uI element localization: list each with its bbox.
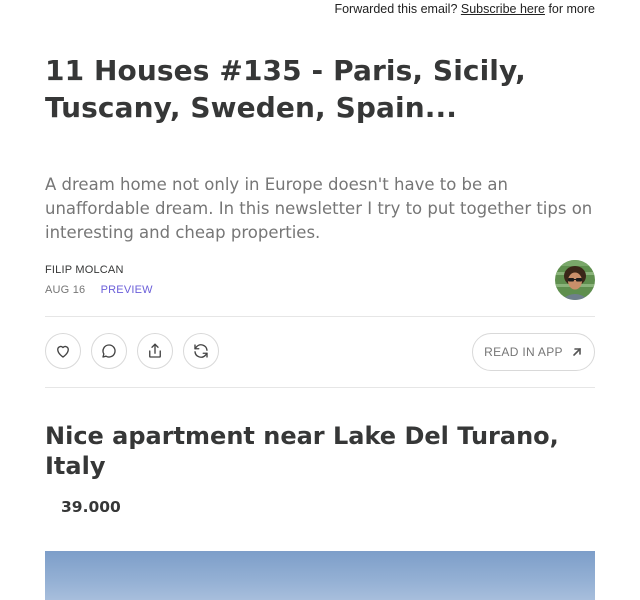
property-photo xyxy=(45,551,595,600)
comment-button[interactable] xyxy=(91,333,127,369)
forward-prefix: Forwarded this email? xyxy=(334,2,458,16)
section-heading: Nice apartment near Lake Del Turano, Ita… xyxy=(45,422,559,480)
author-avatar-image xyxy=(555,260,595,300)
read-in-app-button[interactable]: READ IN APP xyxy=(472,333,595,371)
arrow-up-right-icon xyxy=(573,348,581,356)
forward-bar: Forwarded this email? Subscribe here for… xyxy=(334,2,595,16)
share-button[interactable] xyxy=(137,333,173,369)
subscribe-link[interactable]: Subscribe here xyxy=(461,2,545,16)
author-name[interactable]: FILIP MOLCAN xyxy=(45,264,124,276)
avatar[interactable] xyxy=(555,260,595,300)
preview-label: PREVIEW xyxy=(100,284,153,296)
restack-button[interactable] xyxy=(183,333,219,369)
divider-bottom xyxy=(45,387,595,388)
divider-top xyxy=(45,316,595,317)
like-button[interactable] xyxy=(45,333,81,369)
read-in-app-label: READ IN APP xyxy=(484,345,563,359)
post-title: 11 Houses #135 - Paris, Sicily, Tuscany,… xyxy=(45,54,526,124)
post-meta: AUG 16 PREVIEW xyxy=(45,284,153,296)
comment-icon xyxy=(102,344,116,358)
share-icon xyxy=(149,343,161,358)
property-price: 39.000 xyxy=(61,498,121,516)
heart-icon xyxy=(57,345,69,358)
post-date: AUG 16 xyxy=(45,284,86,296)
post-subtitle: A dream home not only in Europe doesn't … xyxy=(45,175,593,242)
restack-icon xyxy=(194,344,208,358)
forward-suffix: for more xyxy=(548,2,595,16)
